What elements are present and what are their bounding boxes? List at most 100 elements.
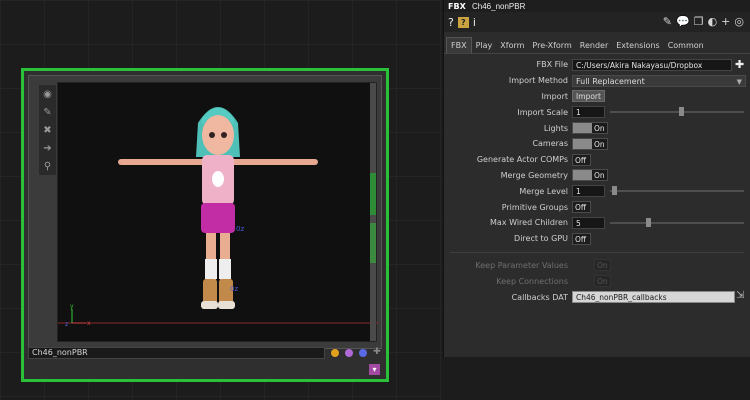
edit-icon[interactable]: ✎ <box>663 15 672 28</box>
max-wired-children-slider[interactable] <box>610 221 744 224</box>
help-icon[interactable]: ? <box>448 16 454 29</box>
left-sock <box>205 259 217 279</box>
flag-orange-icon[interactable] <box>331 348 340 357</box>
callbacks-dat-input[interactable]: Ch46_nonPBR_callbacks <box>572 291 735 304</box>
param-merge-level: Merge Level 1 <box>444 183 750 199</box>
param-primitive-groups: Primitive Groups Off <box>444 199 750 215</box>
shirt-bunny <box>212 171 224 187</box>
param-fbx-file: FBX File C:/Users/Akira Nakayasu/Dropbox… <box>444 57 750 73</box>
python-help-icon[interactable]: ? <box>457 16 469 28</box>
drag-target-arrow-icon[interactable]: ⇲ <box>736 290 744 301</box>
python-icon[interactable]: ◐ <box>708 15 718 28</box>
add-icon[interactable]: + <box>721 15 730 28</box>
shorts <box>201 203 235 233</box>
node-footer: Ch46_nonPBR ✚ <box>28 346 382 359</box>
toggle-value: Off <box>573 202 590 213</box>
param-label: Cameras <box>532 139 568 149</box>
tab-extensions[interactable]: Extensions <box>612 41 663 53</box>
pin-icon[interactable]: ⚲ <box>39 157 56 175</box>
toggle-value: On <box>595 276 610 287</box>
keep-connections-toggle: On <box>594 275 611 288</box>
viewer-toggle-button[interactable]: ▾ <box>369 364 380 375</box>
toggle-value: On <box>592 123 607 134</box>
param-label: Callbacks DAT <box>511 292 568 302</box>
info-icon[interactable]: i <box>473 16 476 29</box>
node-name-field[interactable]: Ch46_nonPBR <box>28 346 326 359</box>
param-label: Merge Level <box>519 186 568 196</box>
viewport-scrollbar[interactable] <box>370 83 376 341</box>
lights-toggle[interactable]: On <box>572 122 608 135</box>
right-arm <box>228 159 318 165</box>
import-scale-slider-handle[interactable] <box>679 107 684 117</box>
panel-icon-bar: ? ? i ✎ 💬 ❐ ◐ + ◎ <box>444 12 750 32</box>
panel-header: FBX Ch46_nonPBR <box>444 0 750 12</box>
left-arm <box>118 159 208 165</box>
merge-level-input[interactable]: 1 <box>572 185 605 198</box>
section-divider <box>450 251 744 253</box>
primitive-groups-toggle[interactable]: Off <box>572 201 591 214</box>
parameter-tabs: FBX Play Xform Pre-Xform Render Extensio… <box>444 32 750 54</box>
scroll-thumb[interactable] <box>370 173 376 215</box>
import-scale-input[interactable]: 1 <box>572 106 605 119</box>
axis-y-label: y <box>70 303 74 310</box>
settings-icon[interactable]: ◎ <box>734 15 744 28</box>
param-label: Import <box>541 91 568 101</box>
max-wired-children-input[interactable]: 5 <box>572 216 605 229</box>
character-render: y x z 0z 0z <box>58 107 378 328</box>
toggle-value: On <box>592 138 607 149</box>
tab-render[interactable]: Render <box>576 41 612 53</box>
toggle-value: Off <box>573 154 590 165</box>
tab-common[interactable]: Common <box>664 41 708 53</box>
add-flag-icon[interactable]: ✚ <box>373 348 382 357</box>
flag-purple-icon[interactable] <box>345 348 354 357</box>
tab-xform[interactable]: Xform <box>496 41 528 53</box>
parameter-panel: FBX Ch46_nonPBR ? ? i ✎ 💬 ❐ ◐ + ◎ FBX Pl… <box>443 0 750 357</box>
chevron-down-icon: ▼ <box>736 77 742 86</box>
comment-icon[interactable]: 💬 <box>676 15 690 28</box>
param-lights: Lights On <box>444 120 750 136</box>
import-method-dropdown[interactable]: Full Replacement ▼ <box>572 74 746 87</box>
arrow-right-icon[interactable]: ➔ <box>39 139 56 157</box>
browse-file-icon[interactable]: ✚ <box>735 58 744 71</box>
merge-level-slider-handle[interactable] <box>612 186 617 196</box>
fbx-file-input[interactable]: C:/Users/Akira Nakayasu/Dropbox <box>572 58 732 71</box>
max-wired-children-slider-handle[interactable] <box>646 217 651 227</box>
param-import-scale: Import Scale 1 <box>444 104 750 120</box>
tab-play[interactable]: Play <box>472 41 497 53</box>
tab-fbx[interactable]: FBX <box>446 37 472 53</box>
merge-geometry-toggle[interactable]: On <box>572 169 608 182</box>
close-x-icon[interactable]: ✖ <box>39 121 56 139</box>
param-generate-actor-comps: Generate Actor COMPs Off <box>444 152 750 168</box>
dropdown-value: Full Replacement <box>576 76 645 86</box>
param-label: Lights <box>543 123 568 133</box>
left-sole <box>201 301 218 309</box>
merge-level-slider[interactable] <box>610 190 744 193</box>
import-button[interactable]: Import <box>572 90 605 103</box>
marker-a-label: 0z <box>236 225 244 233</box>
param-label: Import Scale <box>517 107 568 117</box>
scroll-thumb-lower[interactable] <box>370 223 376 263</box>
operator-name[interactable]: Ch46_nonPBR <box>472 2 525 11</box>
direct-to-gpu-toggle[interactable]: Off <box>572 232 591 245</box>
tab-pre-xform[interactable]: Pre-Xform <box>528 41 575 53</box>
param-label: FBX File <box>536 60 569 70</box>
param-label: Keep Parameter Values <box>475 260 568 270</box>
character-figure <box>118 107 318 309</box>
param-keep-connections: Keep Connections On <box>444 273 750 289</box>
generate-actor-comps-toggle[interactable]: Off <box>572 153 591 166</box>
cameras-toggle[interactable]: On <box>572 137 608 150</box>
param-merge-geometry: Merge Geometry On <box>444 168 750 184</box>
param-label: Merge Geometry <box>500 170 568 180</box>
fbx-node[interactable]: ◉ ✎ ✖ ➔ ⚲ y x z 0z 0z Ch46_nonPBR ✚ ▾ <box>21 68 389 382</box>
import-scale-slider[interactable] <box>610 111 744 114</box>
toggle-value: On <box>595 260 610 271</box>
node-viewer-area[interactable]: ◉ ✎ ✖ ➔ ⚲ y x z 0z 0z <box>28 75 382 349</box>
circle-target-icon[interactable]: ◉ <box>39 85 56 103</box>
edit-pen-icon[interactable]: ✎ <box>39 103 56 121</box>
head <box>202 115 234 155</box>
operator-type: FBX <box>448 1 466 11</box>
param-cameras: Cameras On <box>444 136 750 152</box>
flag-blue-icon[interactable] <box>359 348 368 357</box>
copy-icon[interactable]: ❐ <box>694 15 704 28</box>
3d-viewport[interactable]: y x z 0z 0z <box>57 82 378 342</box>
